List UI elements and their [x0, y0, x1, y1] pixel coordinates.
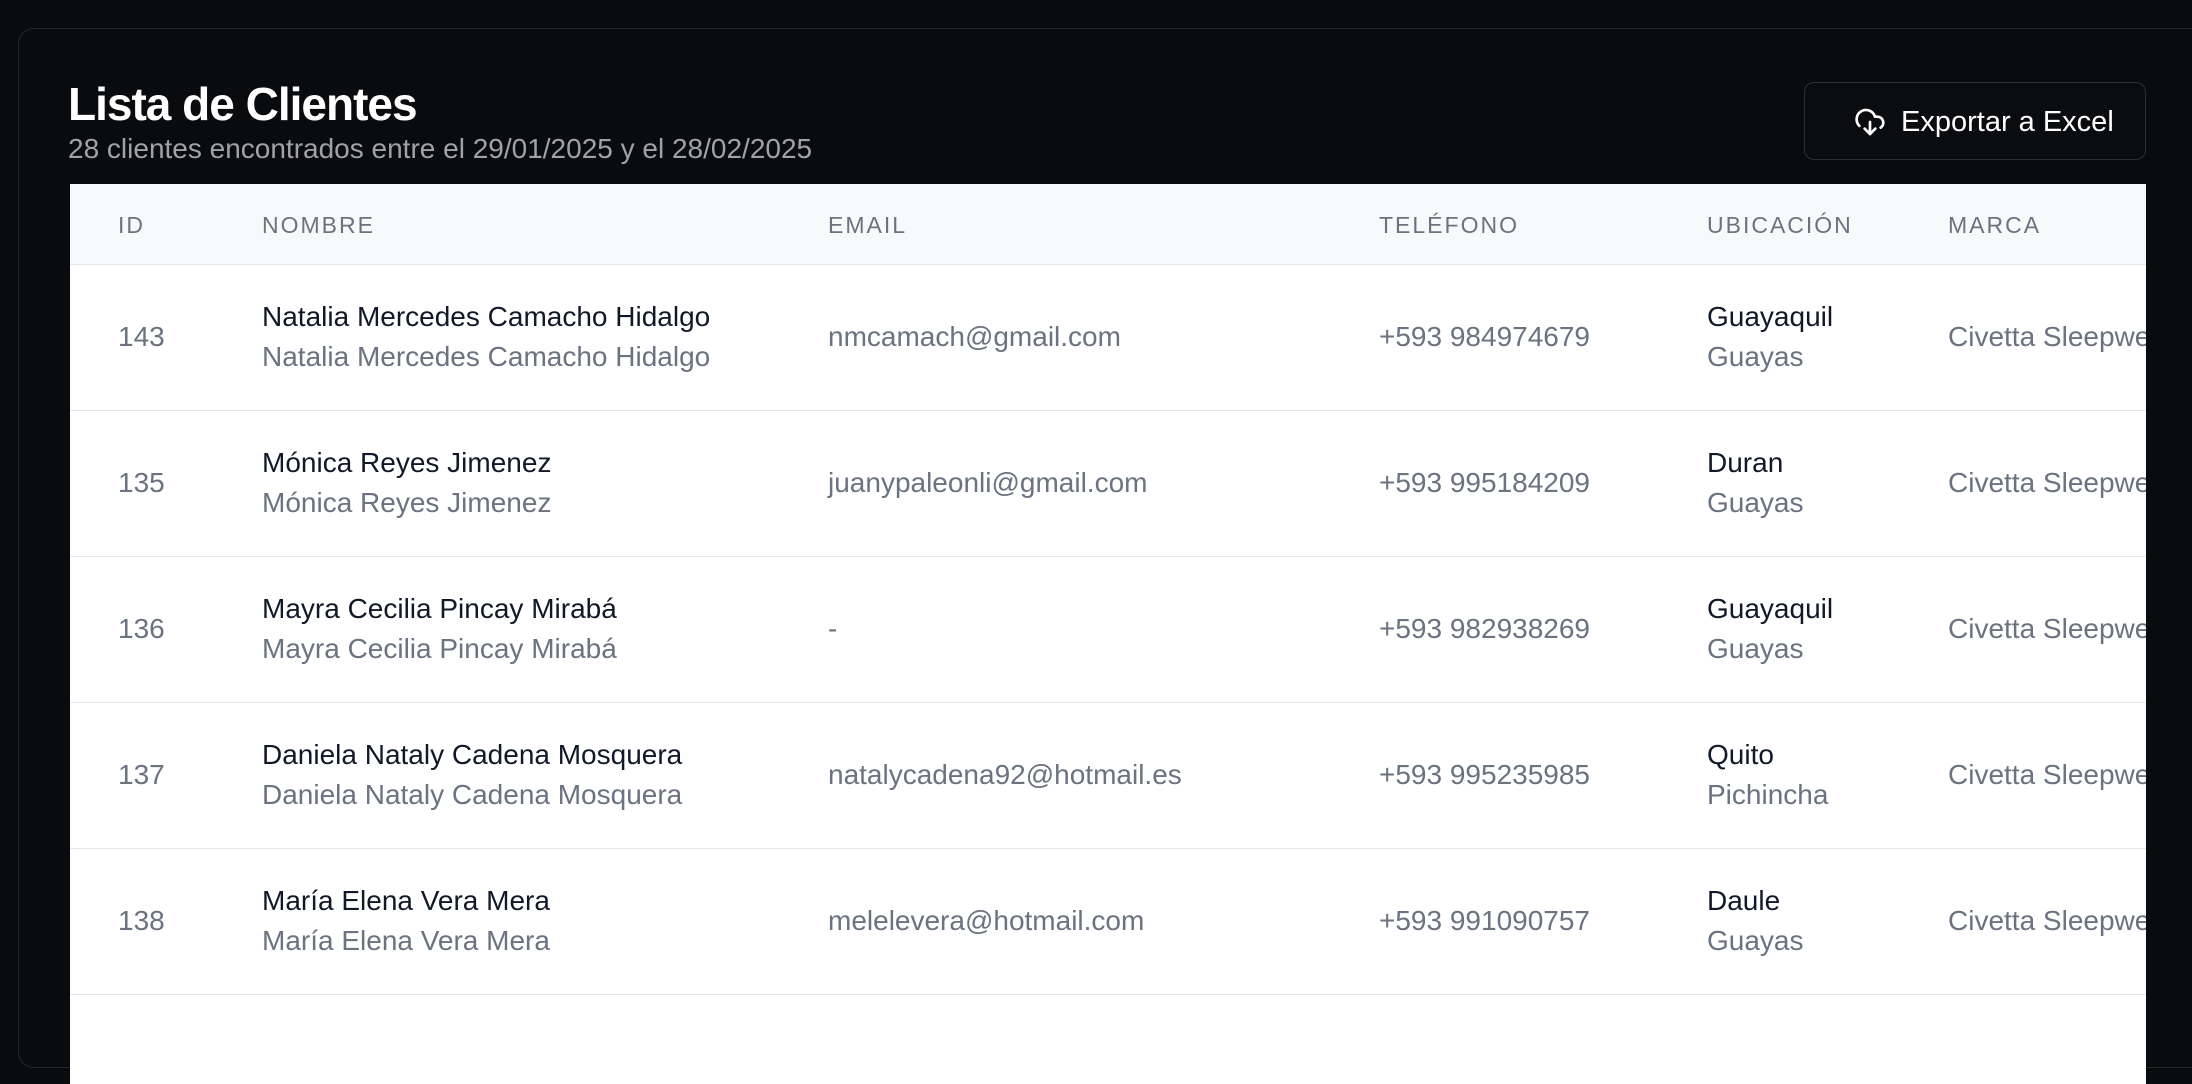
cell-name-secondary: Natalia Mercedes Camacho Hidalgo — [262, 341, 711, 372]
page-title: Lista de Clientes — [68, 78, 418, 130]
page-header: Lista de Clientes 28 clientes encontrado… — [68, 76, 812, 166]
cell-name: Daniela Nataly Cadena Mosquera — [262, 739, 683, 770]
cell-id: 137 — [118, 759, 165, 790]
column-header-email[interactable]: EMAIL — [828, 211, 907, 239]
cell-name: María Elena Vera Mera — [262, 885, 550, 916]
cell-phone: +593 984974679 — [1379, 321, 1590, 352]
cell-name: Mónica Reyes Jimenez — [262, 447, 552, 478]
cell-brand: Civetta Sleepwe — [1948, 905, 2146, 936]
cell-id: 135 — [118, 467, 165, 498]
cell-phone: +593 982938269 — [1379, 613, 1590, 644]
export-excel-label: Exportar a Excel — [1901, 106, 2114, 138]
table-row[interactable]: 143 Natalia Mercedes Camacho Hidalgo Nat… — [70, 265, 2146, 411]
cell-brand: Civetta Sleepwe — [1948, 613, 2146, 644]
cell-name: Mayra Cecilia Pincay Mirabá — [262, 593, 617, 624]
cell-province: Guayas — [1707, 341, 1804, 372]
cell-city: Daule — [1707, 885, 1781, 916]
cell-province: Pichincha — [1707, 779, 1829, 810]
cell-province: Guayas — [1707, 487, 1804, 518]
table-row[interactable]: 138 María Elena Vera Mera María Elena Ve… — [70, 849, 2146, 995]
cell-city: Quito — [1707, 739, 1774, 770]
table-header: ID NOMBRE EMAIL TELÉFONO UBICACIÓN MARCA — [70, 184, 2146, 265]
cell-brand: Civetta Sleepwe — [1948, 759, 2146, 790]
cell-province: Guayas — [1707, 633, 1804, 664]
cell-id: 136 — [118, 613, 165, 644]
cell-email: - — [828, 613, 838, 644]
cell-name-secondary: María Elena Vera Mera — [262, 925, 550, 956]
cell-province: Guayas — [1707, 925, 1804, 956]
cell-phone: +593 991090757 — [1379, 905, 1590, 936]
table-row[interactable]: 136 Mayra Cecilia Pincay Mirabá Mayra Ce… — [70, 557, 2146, 703]
column-header-marca[interactable]: MARCA — [1948, 211, 2041, 239]
results-summary: 28 clientes encontrados entre el 29/01/2… — [68, 133, 813, 164]
cell-phone: +593 995184209 — [1379, 467, 1590, 498]
cell-name: Natalia Mercedes Camacho Hidalgo — [262, 301, 711, 332]
clients-table: ID NOMBRE EMAIL TELÉFONO UBICACIÓN MARCA… — [70, 184, 2146, 1084]
cell-email: nmcamach@gmail.com — [828, 321, 1121, 352]
cell-city: Duran — [1707, 447, 1784, 478]
cloud-download-icon — [1853, 106, 1887, 138]
table-row[interactable]: 137 Daniela Nataly Cadena Mosquera Danie… — [70, 703, 2146, 849]
cell-name-secondary: Mayra Cecilia Pincay Mirabá — [262, 633, 617, 664]
cell-email: melelevera@hotmail.com — [828, 905, 1145, 936]
column-header-id[interactable]: ID — [118, 211, 145, 239]
table-row[interactable]: 135 Mónica Reyes Jimenez Mónica Reyes Ji… — [70, 411, 2146, 557]
cell-city: Guayaquil — [1707, 301, 1834, 332]
cell-phone: +593 995235985 — [1379, 759, 1590, 790]
cell-email: juanypaleonli@gmail.com — [828, 467, 1148, 498]
column-header-ubicacion[interactable]: UBICACIÓN — [1707, 211, 1853, 239]
cell-email: natalycadena92@hotmail.es — [828, 759, 1182, 790]
column-header-nombre[interactable]: NOMBRE — [262, 211, 375, 239]
cell-city: Guayaquil — [1707, 593, 1834, 624]
cell-id: 138 — [118, 905, 165, 936]
cell-name-secondary: Daniela Nataly Cadena Mosquera — [262, 779, 683, 810]
cell-name-secondary: Mónica Reyes Jimenez — [262, 487, 552, 518]
cell-brand: Civetta Sleepwe — [1948, 467, 2146, 498]
cell-brand: Civetta Sleepwe — [1948, 321, 2146, 352]
column-header-telefono[interactable]: TELÉFONO — [1379, 211, 1519, 239]
cell-id: 143 — [118, 321, 165, 352]
export-excel-button[interactable]: Exportar a Excel — [1804, 82, 2146, 160]
